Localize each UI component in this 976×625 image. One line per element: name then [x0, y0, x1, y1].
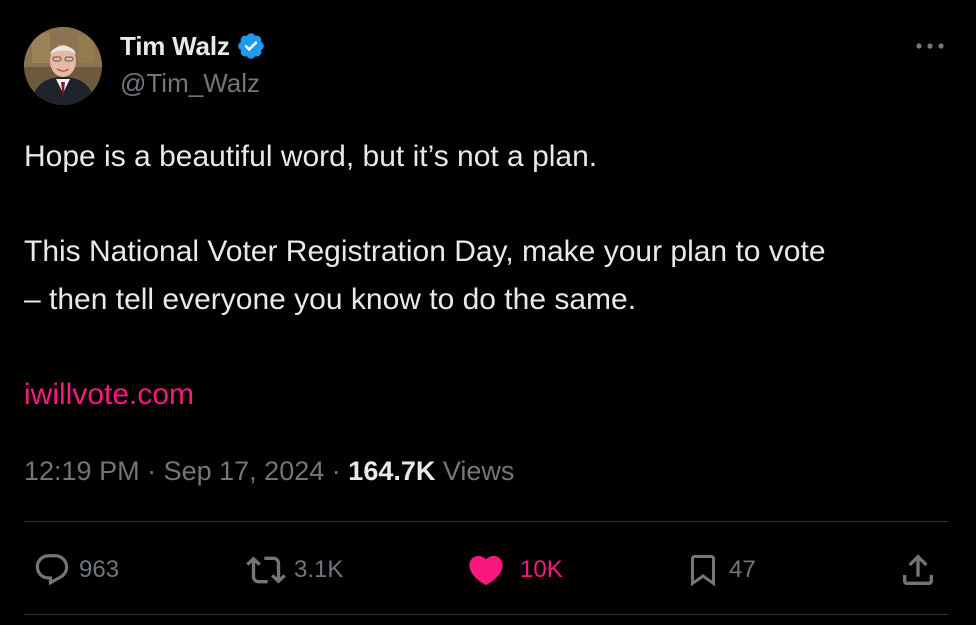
repost-arrows-icon	[246, 556, 286, 584]
tweet-link[interactable]: iwillvote.com	[24, 372, 194, 418]
tweet-text-paragraph-2-line-1: This National Voter Registration Day, ma…	[24, 235, 826, 268]
bookmark-count: 47	[729, 556, 756, 583]
repost-button[interactable]: 3.1K	[246, 549, 343, 591]
tweet-date[interactable]: Sep 17, 2024	[164, 456, 325, 486]
meta-separator: ·	[331, 456, 341, 486]
reply-count: 963	[79, 556, 120, 583]
like-button[interactable]: 10K	[466, 549, 563, 591]
tweet-time[interactable]: 12:19 PM	[24, 456, 140, 486]
share-button[interactable]	[898, 549, 938, 591]
tweet-meta: 12:19 PM · Sep 17, 2024 · 164.7K Views	[24, 452, 514, 490]
views-count: 164.7K	[348, 456, 436, 486]
bookmark-button[interactable]: 47	[685, 549, 756, 591]
tweet-text-paragraph-1: Hope is a beautiful word, but it’s not a…	[24, 140, 598, 173]
divider	[24, 521, 948, 522]
avatar-image	[24, 27, 102, 105]
meta-separator: ·	[147, 456, 157, 486]
avatar[interactable]	[24, 27, 102, 105]
divider-bottom	[24, 614, 948, 615]
reply-bubble-icon	[35, 554, 69, 586]
author-display-name[interactable]: Tim Walz	[120, 31, 230, 62]
author-name-row: Tim Walz	[120, 28, 266, 64]
tweet-card: Tim Walz @Tim_Walz Hope is a beautiful w…	[0, 0, 976, 625]
views-label: Views	[442, 456, 515, 486]
repost-count: 3.1K	[294, 556, 344, 583]
more-horizontal-icon[interactable]	[912, 34, 948, 58]
reply-button[interactable]: 963	[33, 549, 119, 591]
bookmark-icon	[691, 555, 715, 587]
like-count: 10K	[520, 556, 563, 583]
tweet-text-paragraph-2-line-2: – then tell everyone you know to do the …	[24, 283, 637, 316]
verified-badge-icon[interactable]	[236, 31, 266, 61]
share-upload-icon	[903, 554, 933, 585]
heart-icon	[469, 555, 503, 586]
author-handle[interactable]: @Tim_Walz	[120, 68, 260, 99]
